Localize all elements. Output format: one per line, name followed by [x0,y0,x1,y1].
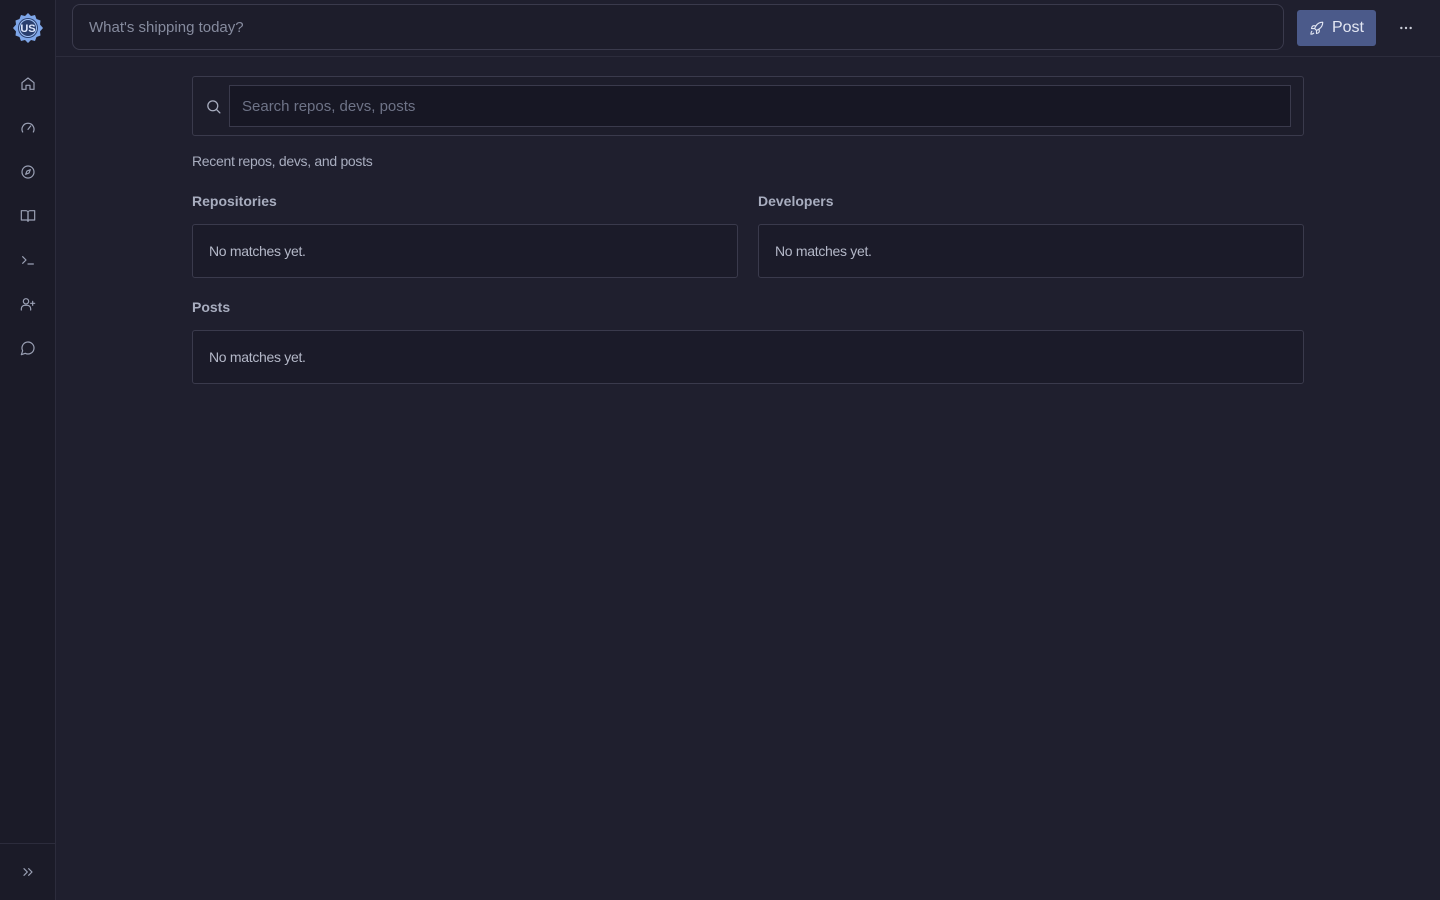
gauge-icon [21,122,35,133]
app-logo[interactable]: US [12,12,44,44]
home-icon [21,77,35,90]
svg-text:US: US [20,23,35,35]
user-plus-icon [20,298,36,311]
book-icon [20,210,36,222]
sidebar-divider [0,843,55,844]
chat-icon [20,341,35,356]
repositories-results: No matches yet. [192,224,738,278]
posts-title: Posts [192,299,231,315]
sidebar-item-messages[interactable] [14,334,42,362]
top-bar: Post [56,0,1440,57]
search-icon [205,98,222,115]
developers-title: Developers [758,193,834,209]
sidebar-item-home[interactable] [14,70,42,98]
search-input[interactable] [229,85,1291,127]
sidebar-item-explore[interactable] [14,158,42,186]
compass-icon [21,165,35,179]
search-panel [192,76,1304,136]
developers-empty-text: No matches yet. [775,243,872,259]
posts-empty-text: No matches yet. [209,349,306,365]
ellipsis-icon [1400,26,1412,30]
sidebar-item-terminal[interactable] [14,246,42,274]
post-button[interactable]: Post [1297,10,1376,46]
chevrons-right-icon [23,868,33,876]
sidebar-item-docs[interactable] [14,202,42,230]
sidebar-collapse-button[interactable] [14,858,42,886]
posts-results: No matches yet. [192,330,1304,384]
developers-results: No matches yet. [758,224,1304,278]
post-button-label: Post [1331,19,1364,36]
sidebar-item-add-user[interactable] [14,290,42,318]
rocket-icon [1310,21,1324,35]
compose-post-input[interactable] [72,4,1284,50]
terminal-icon [22,256,34,265]
repositories-title: Repositories [192,193,277,209]
sidebar-item-dashboard[interactable] [14,114,42,142]
recent-label: Recent repos, devs, and posts [192,153,373,169]
sidebar: US [0,0,56,900]
repositories-empty-text: No matches yet. [209,243,306,259]
more-options-button[interactable] [1392,14,1420,42]
